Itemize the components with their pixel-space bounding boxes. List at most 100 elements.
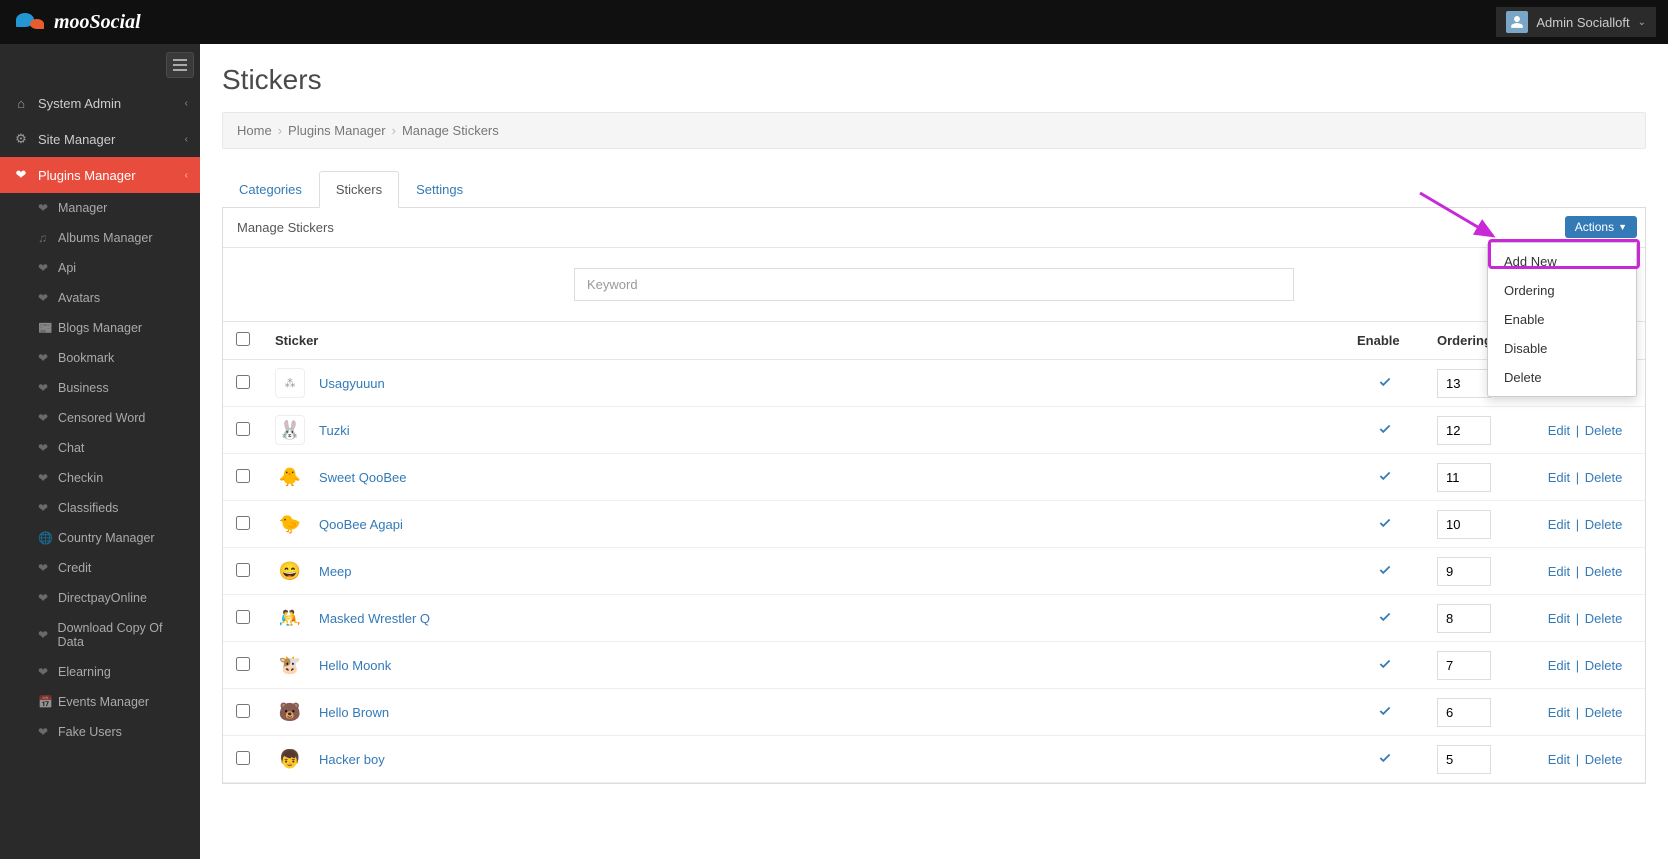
edit-link[interactable]: Edit bbox=[1548, 564, 1570, 579]
check-icon[interactable] bbox=[1378, 422, 1392, 436]
ordering-input[interactable] bbox=[1437, 557, 1491, 586]
select-all-checkbox[interactable] bbox=[236, 332, 250, 346]
sticker-thumb-icon: 🐻 bbox=[275, 697, 305, 727]
table-row: 🐥 Sweet QooBee Edit | Delete bbox=[223, 454, 1645, 501]
sub-item-checkin[interactable]: ❤Checkin bbox=[0, 463, 200, 493]
actions-button[interactable]: Actions ▼ bbox=[1565, 216, 1637, 238]
delete-link[interactable]: Delete bbox=[1585, 423, 1623, 438]
tab-categories[interactable]: Categories bbox=[222, 171, 319, 208]
row-checkbox[interactable] bbox=[236, 375, 250, 389]
breadcrumb-home[interactable]: Home bbox=[237, 123, 272, 138]
delete-link[interactable]: Delete bbox=[1585, 658, 1623, 673]
delete-link[interactable]: Delete bbox=[1585, 564, 1623, 579]
row-checkbox[interactable] bbox=[236, 469, 250, 483]
sub-item-elearning[interactable]: ❤Elearning bbox=[0, 657, 200, 687]
sticker-name-link[interactable]: Tuzki bbox=[319, 423, 350, 438]
sticker-name-link[interactable]: Masked Wrestler Q bbox=[319, 611, 430, 626]
sub-item-albums-manager[interactable]: ♫Albums Manager bbox=[0, 223, 200, 253]
delete-link[interactable]: Delete bbox=[1585, 517, 1623, 532]
delete-link[interactable]: Delete bbox=[1585, 611, 1623, 626]
breadcrumb-plugins-manager[interactable]: Plugins Manager bbox=[288, 123, 386, 138]
check-icon[interactable] bbox=[1378, 751, 1392, 765]
sub-item-chat[interactable]: ❤Chat bbox=[0, 433, 200, 463]
panel-title: Manage Stickers bbox=[237, 220, 334, 235]
sticker-name-link[interactable]: Sweet QooBee bbox=[319, 470, 406, 485]
row-checkbox[interactable] bbox=[236, 657, 250, 671]
sticker-thumb-icon: ⁂ bbox=[275, 368, 305, 398]
edit-link[interactable]: Edit bbox=[1548, 517, 1570, 532]
sticker-name-link[interactable]: Hacker boy bbox=[319, 752, 385, 767]
row-checkbox[interactable] bbox=[236, 516, 250, 530]
sticker-name-link[interactable]: Meep bbox=[319, 564, 352, 579]
check-icon[interactable] bbox=[1378, 610, 1392, 624]
edit-link[interactable]: Edit bbox=[1548, 658, 1570, 673]
nav-item-system-admin[interactable]: ⌂System Admin‹ bbox=[0, 86, 200, 121]
user-menu[interactable]: Admin Socialloft ⌄ bbox=[1496, 7, 1656, 37]
action-ordering[interactable]: Ordering bbox=[1488, 276, 1636, 305]
nav-item-plugins-manager[interactable]: ❤Plugins Manager‹ bbox=[0, 157, 200, 193]
check-icon[interactable] bbox=[1378, 469, 1392, 483]
edit-link[interactable]: Edit bbox=[1548, 705, 1570, 720]
sub-item-manager[interactable]: ❤Manager bbox=[0, 193, 200, 223]
edit-link[interactable]: Edit bbox=[1548, 470, 1570, 485]
sticker-name-link[interactable]: Usagyuuun bbox=[319, 376, 385, 391]
sub-item-fake-users[interactable]: ❤Fake Users bbox=[0, 717, 200, 747]
sub-icon: ❤ bbox=[38, 381, 52, 395]
sub-item-download-copy-of-data[interactable]: ❤Download Copy Of Data bbox=[0, 613, 200, 657]
ordering-input[interactable] bbox=[1437, 463, 1491, 492]
check-icon[interactable] bbox=[1378, 375, 1392, 389]
ordering-input[interactable] bbox=[1437, 604, 1491, 633]
ordering-input[interactable] bbox=[1437, 369, 1491, 398]
table-row: 👦 Hacker boy Edit | Delete bbox=[223, 736, 1645, 783]
check-icon[interactable] bbox=[1378, 657, 1392, 671]
tab-stickers[interactable]: Stickers bbox=[319, 171, 399, 208]
sub-item-events-manager[interactable]: 📅Events Manager bbox=[0, 687, 200, 717]
sub-item-bookmark[interactable]: ❤Bookmark bbox=[0, 343, 200, 373]
row-checkbox[interactable] bbox=[236, 422, 250, 436]
chevron-right-icon: ‹ bbox=[185, 98, 188, 109]
sub-item-blogs-manager[interactable]: 📰Blogs Manager bbox=[0, 313, 200, 343]
sub-item-credit[interactable]: ❤Credit bbox=[0, 553, 200, 583]
hamburger-button[interactable] bbox=[166, 52, 194, 78]
ordering-input[interactable] bbox=[1437, 698, 1491, 727]
delete-link[interactable]: Delete bbox=[1585, 752, 1623, 767]
check-icon[interactable] bbox=[1378, 516, 1392, 530]
row-checkbox[interactable] bbox=[236, 610, 250, 624]
row-checkbox[interactable] bbox=[236, 704, 250, 718]
sub-item-business[interactable]: ❤Business bbox=[0, 373, 200, 403]
row-checkbox[interactable] bbox=[236, 751, 250, 765]
action-enable[interactable]: Enable bbox=[1488, 305, 1636, 334]
edit-link[interactable]: Edit bbox=[1548, 752, 1570, 767]
sub-item-censored-word[interactable]: ❤Censored Word bbox=[0, 403, 200, 433]
edit-link[interactable]: Edit bbox=[1548, 611, 1570, 626]
sub-item-avatars[interactable]: ❤Avatars bbox=[0, 283, 200, 313]
sticker-name-link[interactable]: QooBee Agapi bbox=[319, 517, 403, 532]
check-icon[interactable] bbox=[1378, 704, 1392, 718]
brand[interactable]: mooSocial bbox=[16, 11, 141, 34]
search-input[interactable] bbox=[574, 268, 1294, 301]
sticker-name-link[interactable]: Hello Brown bbox=[319, 705, 389, 720]
sticker-thumb-icon: 🐥 bbox=[275, 462, 305, 492]
action-disable[interactable]: Disable bbox=[1488, 334, 1636, 363]
nav-item-site-manager[interactable]: ⚙Site Manager‹ bbox=[0, 121, 200, 157]
sub-item-classifieds[interactable]: ❤Classifieds bbox=[0, 493, 200, 523]
sub-item-country-manager[interactable]: 🌐Country Manager bbox=[0, 523, 200, 553]
action-add-new[interactable]: Add New bbox=[1488, 247, 1636, 276]
action-delete[interactable]: Delete bbox=[1488, 363, 1636, 392]
sub-item-directpayonline[interactable]: ❤DirectpayOnline bbox=[0, 583, 200, 613]
ordering-input[interactable] bbox=[1437, 745, 1491, 774]
edit-link[interactable]: Edit bbox=[1548, 423, 1570, 438]
tab-settings[interactable]: Settings bbox=[399, 171, 480, 208]
tabs: CategoriesStickersSettings bbox=[222, 171, 1646, 208]
sub-item-api[interactable]: ❤Api bbox=[0, 253, 200, 283]
ordering-input[interactable] bbox=[1437, 651, 1491, 680]
delete-link[interactable]: Delete bbox=[1585, 705, 1623, 720]
delete-link[interactable]: Delete bbox=[1585, 470, 1623, 485]
sub-icon: ❤ bbox=[38, 441, 52, 455]
row-checkbox[interactable] bbox=[236, 563, 250, 577]
breadcrumb-separator: › bbox=[392, 123, 396, 138]
ordering-input[interactable] bbox=[1437, 416, 1491, 445]
check-icon[interactable] bbox=[1378, 563, 1392, 577]
ordering-input[interactable] bbox=[1437, 510, 1491, 539]
sticker-name-link[interactable]: Hello Moonk bbox=[319, 658, 391, 673]
